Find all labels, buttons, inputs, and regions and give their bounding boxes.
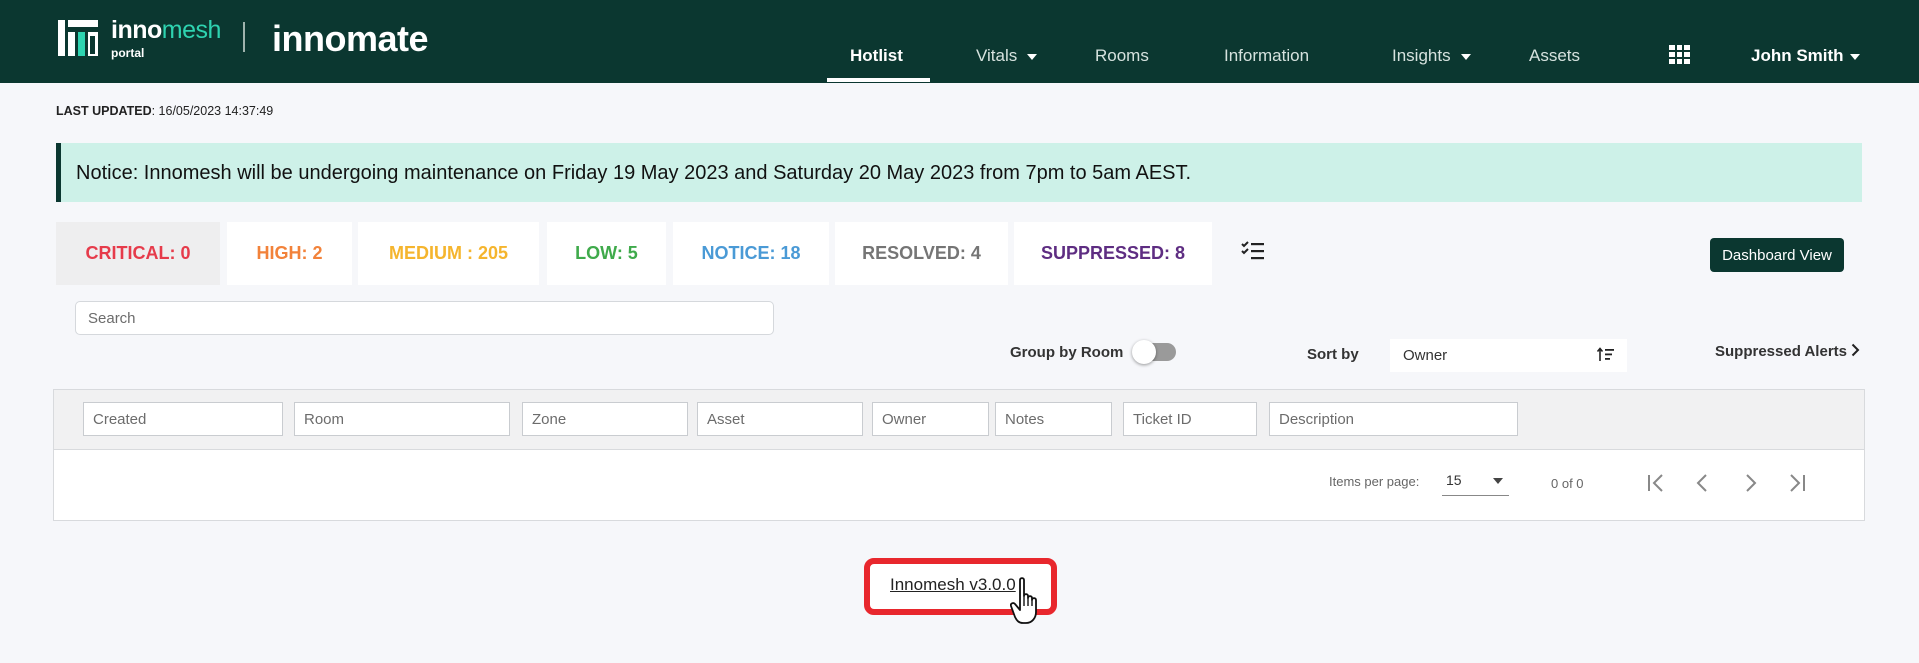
first-page-icon[interactable] <box>1641 468 1671 498</box>
filter-asset[interactable] <box>697 402 863 436</box>
chevron-right-icon <box>1851 343 1860 361</box>
chevron-down-icon <box>1027 53 1038 60</box>
tab-high[interactable]: HIGH: 2 <box>227 222 352 285</box>
filter-ticket-id[interactable] <box>1123 402 1257 436</box>
search-input[interactable] <box>75 301 774 335</box>
filter-notes[interactable] <box>995 402 1112 436</box>
nav-vitals[interactable]: Vitals <box>976 46 1038 66</box>
maintenance-notice: Notice: Innomesh will be undergoing main… <box>56 143 1862 202</box>
alerts-table: Items per page: 15 0 of 0 <box>53 389 1865 521</box>
brand-divider <box>243 22 245 52</box>
filter-zone[interactable] <box>522 402 688 436</box>
filter-row <box>54 390 1864 450</box>
checklist-icon[interactable] <box>1241 240 1265 262</box>
next-page-icon[interactable] <box>1735 468 1765 498</box>
last-updated: LAST UPDATED: 16/05/2023 14:37:49 <box>56 104 274 118</box>
apps-grid-icon[interactable] <box>1669 45 1690 64</box>
sort-by-value: Owner <box>1403 347 1448 364</box>
notice-text: Notice: Innomesh will be undergoing main… <box>76 162 1192 184</box>
suppressed-alerts-link[interactable]: Suppressed Alerts <box>1715 343 1860 361</box>
chevron-down-icon <box>1849 53 1860 60</box>
hand-pointer-cursor-icon <box>1010 577 1037 624</box>
group-by-room-label: Group by Room <box>1010 344 1124 361</box>
filter-owner[interactable] <box>872 402 989 436</box>
nav-information[interactable]: Information <box>1224 46 1309 66</box>
nav-rooms[interactable]: Rooms <box>1095 46 1149 66</box>
chevron-down-icon <box>1493 478 1503 484</box>
nav-active-indicator <box>827 78 930 82</box>
innomesh-logo-icon <box>58 20 98 56</box>
toggle-knob <box>1132 340 1156 364</box>
dashboard-view-button[interactable]: Dashboard View <box>1710 238 1844 272</box>
filter-created[interactable] <box>83 402 283 436</box>
filter-room[interactable] <box>294 402 510 436</box>
items-per-page-label: Items per page: <box>1329 474 1420 489</box>
nav-insights[interactable]: Insights <box>1392 46 1471 66</box>
tab-notice[interactable]: NOTICE: 18 <box>673 222 829 285</box>
group-by-room-toggle[interactable] <box>1132 340 1176 364</box>
top-nav-bar: innomesh portal innomate Hotlist Vitals … <box>0 0 1919 83</box>
chevron-down-icon <box>1460 53 1471 60</box>
nav-hotlist[interactable]: Hotlist <box>850 46 903 66</box>
sort-by-select[interactable]: Owner <box>1390 339 1627 372</box>
brand-name: innomesh <box>111 16 221 44</box>
page-range: 0 of 0 <box>1551 476 1584 491</box>
brand-subtitle: portal <box>111 46 145 60</box>
tab-resolved[interactable]: RESOLVED: 4 <box>835 222 1008 285</box>
last-page-icon[interactable] <box>1782 468 1812 498</box>
filter-description[interactable] <box>1269 402 1518 436</box>
version-link[interactable]: Innomesh v3.0.0 <box>890 575 1016 595</box>
sort-by-label: Sort by <box>1307 346 1359 363</box>
sort-direction-icon[interactable] <box>1597 347 1615 363</box>
tab-critical[interactable]: CRITICAL: 0 <box>56 222 220 285</box>
tab-suppressed[interactable]: SUPPRESSED: 8 <box>1014 222 1212 285</box>
previous-page-icon[interactable] <box>1688 468 1718 498</box>
items-per-page-select[interactable]: 15 <box>1442 470 1509 496</box>
product-name: innomate <box>272 18 429 59</box>
tab-medium[interactable]: MEDIUM : 205 <box>358 222 539 285</box>
nav-assets[interactable]: Assets <box>1529 46 1580 66</box>
tab-low[interactable]: LOW: 5 <box>547 222 666 285</box>
user-menu[interactable]: John Smith <box>1751 46 1860 66</box>
